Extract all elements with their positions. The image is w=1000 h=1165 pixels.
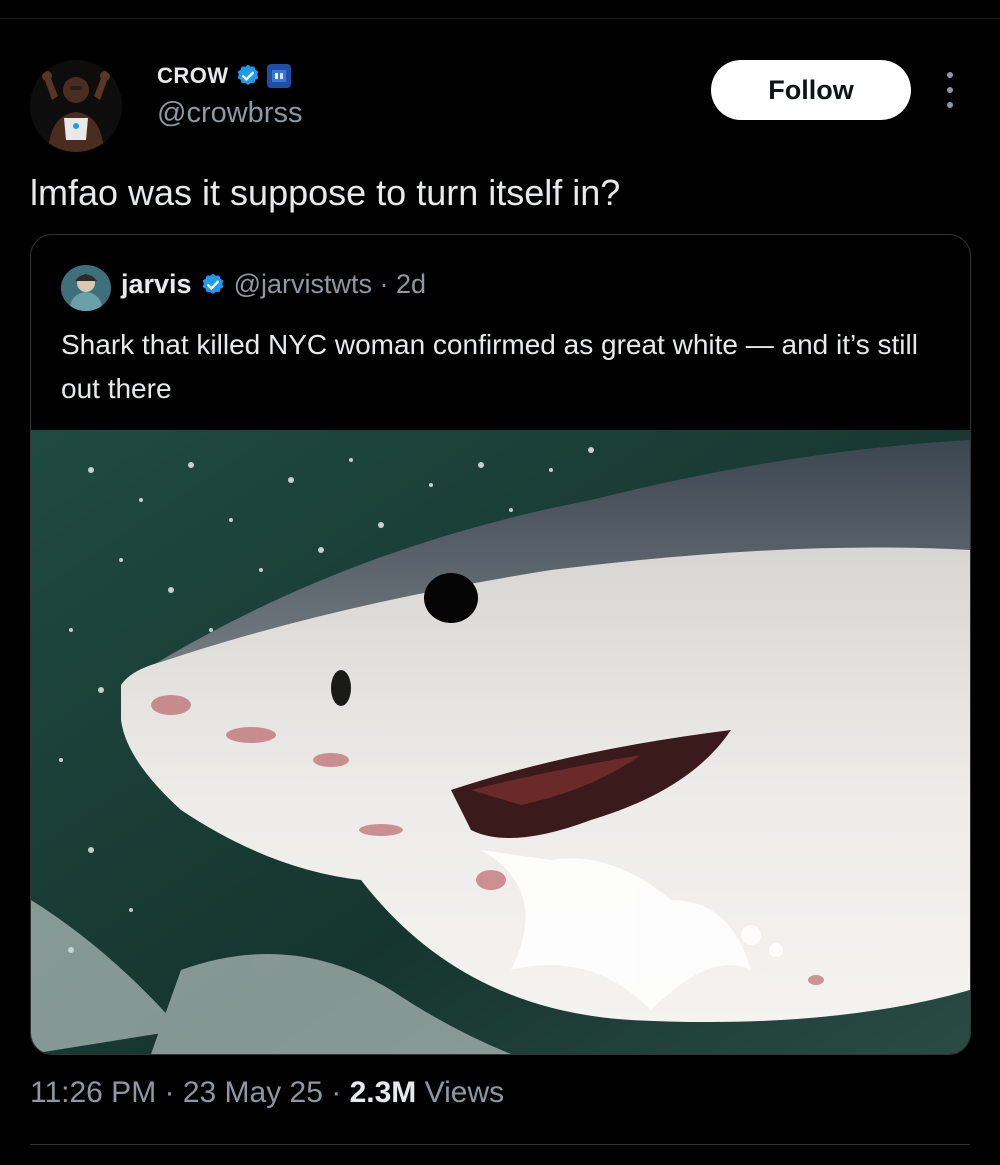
verified-badge-icon (200, 272, 226, 298)
tweet-text: lmfao was it suppose to turn itself in? (30, 172, 621, 213)
author-display-name[interactable]: CROW (157, 63, 229, 89)
verified-badge-icon (235, 63, 261, 89)
quoted-handle-time[interactable]: @jarvistwts · 2d (234, 269, 426, 300)
author-avatar[interactable] (30, 60, 122, 152)
quoted-tweet-text: Shark that killed NYC woman confirmed as… (61, 329, 918, 404)
bottom-divider (30, 1144, 970, 1145)
tweet-meta: 11:26 PM · 23 May 25 · 2.3M Views (30, 1076, 504, 1110)
great-white-shark-photo[interactable] (31, 430, 970, 1054)
affiliation-badge-icon[interactable] (266, 64, 291, 88)
quoted-name-row: jarvis @jarvistwts · 2d (121, 269, 426, 300)
views-count: 2.3M (349, 1076, 417, 1109)
tweet-timestamp[interactable]: 11:26 PM · 23 May 25 · (30, 1076, 350, 1109)
more-dots-icon[interactable] (938, 72, 962, 108)
quoted-author-avatar[interactable] (61, 265, 111, 311)
quoted-display-name[interactable]: jarvis (121, 269, 192, 300)
author-name-row: CROW (157, 60, 291, 92)
quoted-tweet-card[interactable]: jarvis @jarvistwts · 2d Shark that kille… (30, 234, 971, 1055)
follow-button[interactable]: Follow (711, 60, 911, 120)
author-handle[interactable]: @crowbrss (157, 97, 302, 130)
views-label: Views (416, 1076, 505, 1109)
top-divider (0, 18, 1000, 19)
